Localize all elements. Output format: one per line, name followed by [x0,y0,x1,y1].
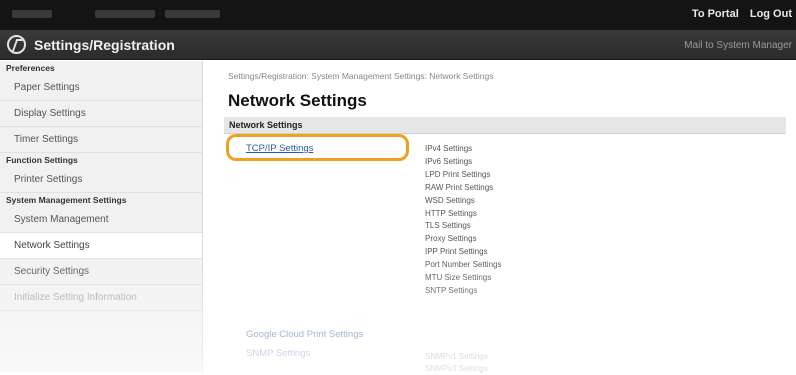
snmp-sub-settings-list: SNMPv1 Settings SNMPv3 Settings [425,351,488,375]
sidebar-item-timer-settings[interactable]: Timer Settings [0,127,202,153]
snmp-settings-link[interactable]: SNMP Settings [246,348,310,359]
sub-setting-item: WSD Settings [425,195,475,205]
sidebar-item-security-settings[interactable]: Security Settings [0,259,202,285]
sidebar-item-printer-settings[interactable]: Printer Settings [0,167,202,193]
portal-link[interactable]: To Portal [692,8,739,20]
tcpip-settings-link[interactable]: TCP/IP Settings [246,143,313,154]
sub-setting-item: HTTP Settings [425,208,477,218]
section-header: Network Settings [224,117,786,134]
sub-setting-item: LPD Print Settings [425,169,491,179]
sub-setting-item: IPv4 Settings [425,144,473,153]
sidebar-item-display-settings[interactable]: Display Settings [0,101,202,127]
logout-link[interactable]: Log Out [750,8,792,20]
sub-setting-item: IPP Print Settings [425,247,488,257]
top-bar: To Portal Log Out [0,0,796,30]
section-heading: Network Settings [229,120,303,130]
app-title: Settings/Registration [34,37,175,53]
sub-setting-item: SNTP Settings [425,285,478,295]
page-title: Network Settings [228,91,367,110]
tcpip-sub-settings-list: IPv4 Settings IPv6 Settings LPD Print Se… [425,143,501,298]
sub-setting-item: RAW Print Settings [425,182,494,192]
settings-logo-icon [7,35,26,54]
blurred-text [165,10,220,18]
top-links: To Portal Log Out [684,8,792,20]
title-bar: Settings/Registration Mail to System Man… [0,30,796,60]
mail-to-system-manager-link[interactable]: Mail to System Manager [684,40,792,51]
sub-setting-item: SNMPv1 Settings [425,352,488,361]
blurred-text [12,10,52,18]
sidebar-item-initialize-setting-information[interactable]: Initialize Setting Information [0,285,202,311]
sidebar-heading-function-settings: Function Settings [6,155,78,165]
main-content: Settings/Registration: System Management… [204,61,796,375]
sub-setting-item: IPv6 Settings [425,156,473,166]
sidebar-item-system-management[interactable]: System Management [0,207,202,233]
sidebar-heading-system-management-settings: System Management Settings [6,195,127,205]
sub-setting-item: MTU Size Settings [425,273,492,283]
sub-setting-item: Port Number Settings [425,260,502,270]
sub-setting-item: TLS Settings [425,221,471,231]
sidebar-item-network-settings[interactable]: Network Settings [0,233,202,259]
sidebar-heading-preferences: Preferences [6,63,55,73]
breadcrumb: Settings/Registration: System Management… [228,71,494,81]
sub-setting-item: Proxy Settings [425,234,477,244]
sub-setting-item: SNMPv3 Settings [425,364,488,373]
google-cloud-print-settings-link[interactable]: Google Cloud Print Settings [246,329,363,340]
sidebar-item-paper-settings[interactable]: Paper Settings [0,75,202,101]
blurred-text [95,10,155,18]
sidebar: Preferences Paper Settings Display Setti… [0,61,203,372]
